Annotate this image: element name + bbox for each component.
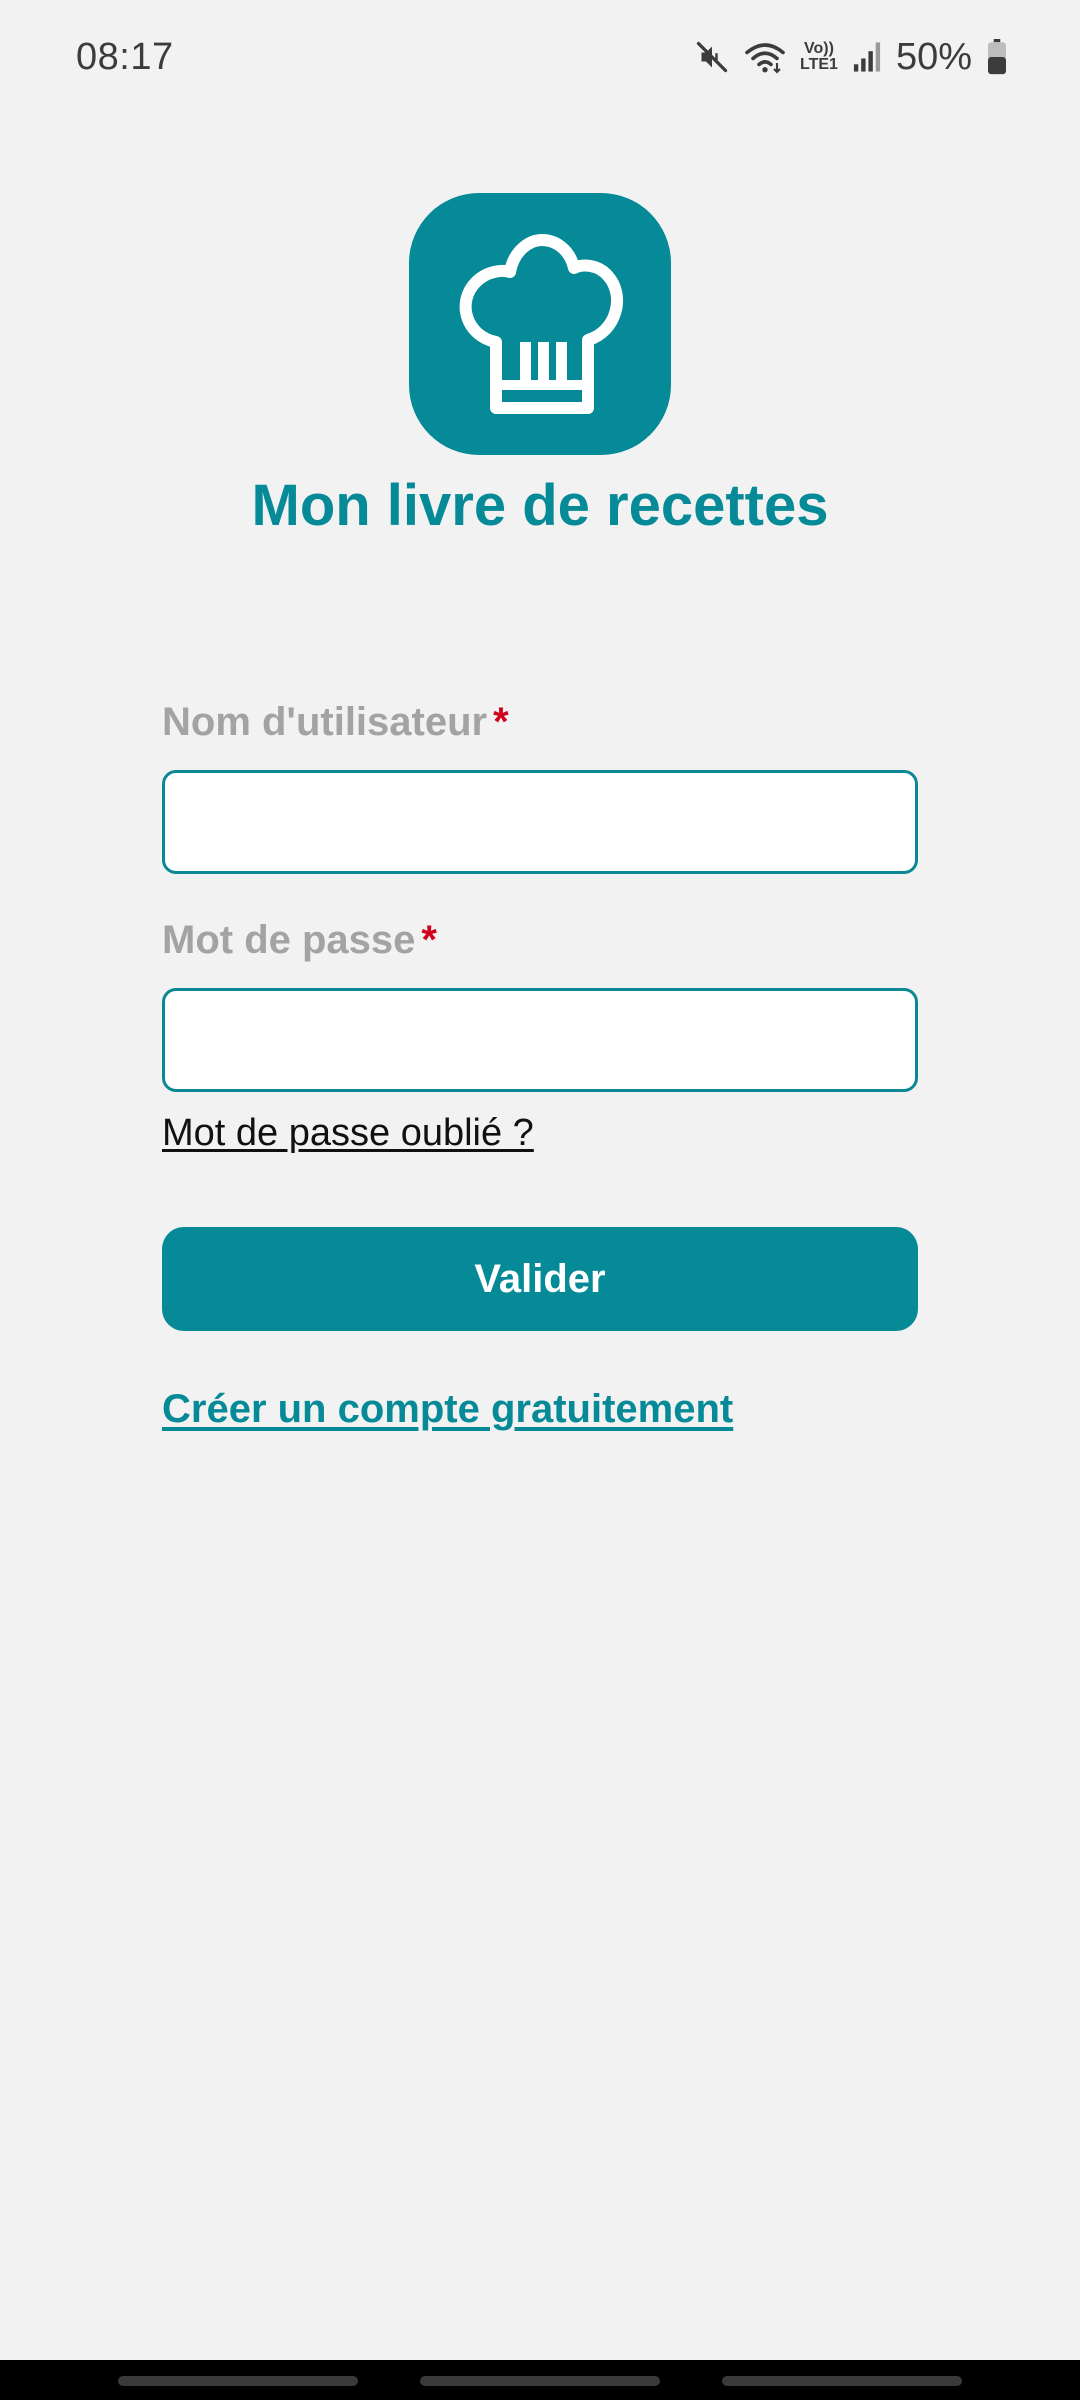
status-time: 08:17 (76, 36, 174, 78)
volte-label-bottom: LTE1 (800, 56, 838, 73)
chef-hat-icon (452, 230, 628, 419)
username-label-text: Nom d'utilisateur (162, 700, 488, 744)
nav-home-button[interactable] (420, 2376, 660, 2386)
password-label-text: Mot de passe (162, 918, 416, 962)
signal-icon (852, 41, 882, 73)
required-marker: * (493, 700, 509, 744)
signup-link[interactable]: Créer un compte gratuitement (162, 1387, 733, 1432)
login-form: Nom d'utilisateur * Mot de passe * Mot de … (162, 692, 918, 1432)
app-logo (409, 193, 671, 455)
forgot-password-link[interactable]: Mot de passe oublié ? (162, 1112, 534, 1155)
battery-percent: 50% (895, 35, 972, 78)
password-label: Mot de passe * (162, 910, 918, 970)
nav-recents-button[interactable] (118, 2376, 358, 2386)
navigation-bar (0, 2360, 1080, 2400)
mute-icon (694, 39, 730, 75)
app-title: Mon livre de recettes (251, 473, 829, 538)
username-label: Nom d'utilisateur * (162, 692, 918, 752)
required-marker: * (421, 918, 437, 962)
password-input[interactable] (162, 988, 918, 1092)
status-bar: 08:17 Vo)) LTE1 50% (0, 0, 1080, 120)
submit-button[interactable]: Valider (162, 1227, 918, 1331)
volte-label-top: Vo)) (804, 40, 834, 57)
status-icons: Vo)) LTE1 50% (694, 34, 1008, 80)
battery-icon (986, 39, 1008, 75)
login-screen: 08:17 Vo)) LTE1 50% Mon livre de recette… (0, 0, 1080, 2400)
wifi-icon (744, 39, 786, 75)
volte-icon: Vo)) LTE1 (800, 41, 838, 73)
nav-back-button[interactable] (722, 2376, 962, 2386)
username-input[interactable] (162, 770, 918, 874)
